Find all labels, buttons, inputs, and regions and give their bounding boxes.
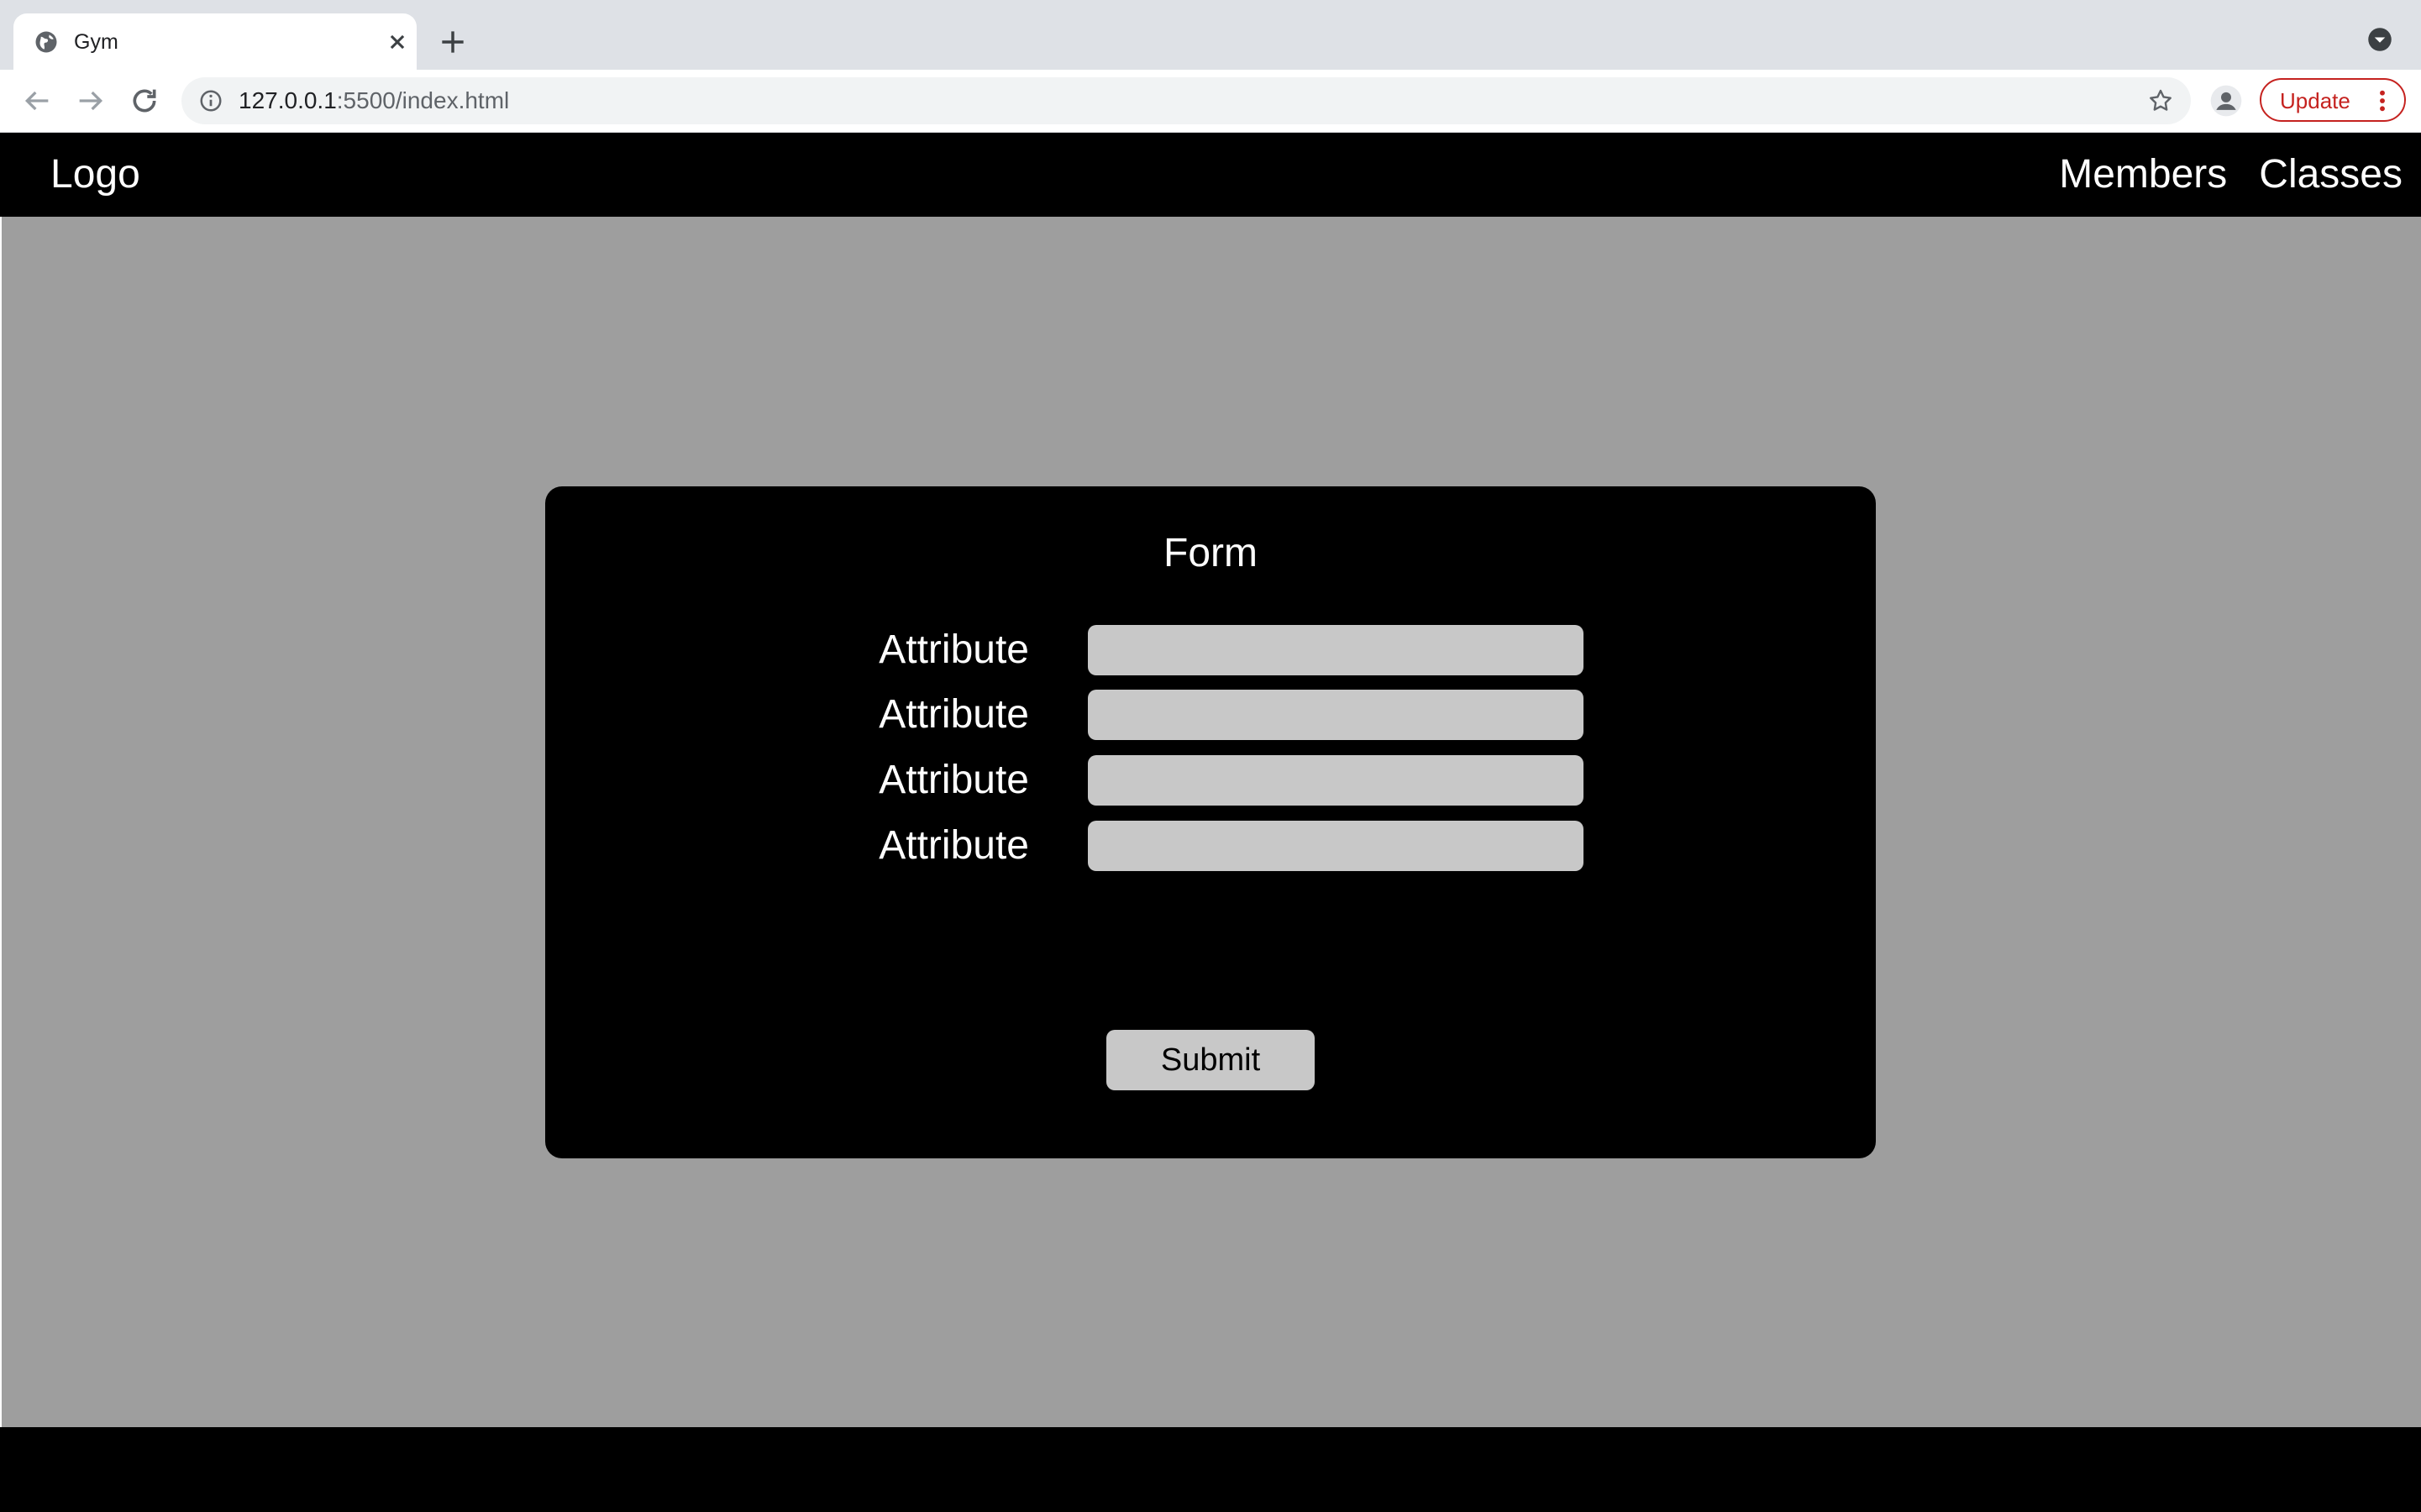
submit-button[interactable]: Submit [1106,1030,1315,1090]
browser-tab-strip: Gym [0,0,2421,70]
update-label: Update [2280,88,2350,113]
attribute-label: Attribute [879,823,1029,868]
bookmark-star-icon[interactable] [2147,87,2174,114]
form-row: Attribute [545,821,1876,871]
url-host: 127.0.0.1 [239,87,337,113]
nav-link-members[interactable]: Members [2059,150,2227,200]
form-row: Attribute [545,755,1876,806]
attribute-input-4[interactable] [1088,821,1583,871]
globe-icon [35,31,57,53]
close-icon[interactable] [383,28,412,56]
url-path: :5500/index.html [336,87,510,113]
attribute-label: Attribute [879,758,1029,802]
form-row: Attribute [545,690,1876,740]
tab-title: Gym [74,30,118,54]
page-viewport: Logo Members Classes Form Attribute Attr… [0,133,2421,1512]
update-button[interactable]: Update [2260,78,2406,122]
form-title: Form [1163,531,1258,575]
attribute-input-2[interactable] [1088,690,1583,740]
tab-search-icon[interactable] [2367,27,2392,52]
nav-link-classes[interactable]: Classes [2259,150,2403,200]
profile-avatar-icon[interactable] [2209,84,2243,118]
url-text: 127.0.0.1:5500/index.html [239,87,509,114]
new-tab-plus-icon[interactable] [437,26,469,58]
attribute-input-3[interactable] [1088,755,1583,806]
form-row: Attribute [545,625,1876,675]
page-edge-divider [0,217,2,1427]
attribute-label: Attribute [879,627,1029,672]
browser-toolbar: 127.0.0.1:5500/index.html Update [0,70,2421,133]
forward-arrow-icon[interactable] [74,84,108,118]
back-arrow-icon[interactable] [20,84,54,118]
site-navbar: Logo Members Classes [0,133,2421,217]
kebab-menu-icon[interactable] [2377,87,2387,114]
nav-links: Members Classes [2059,150,2403,200]
reload-icon[interactable] [128,84,161,118]
attribute-input-1[interactable] [1088,625,1583,675]
attribute-label: Attribute [879,692,1029,737]
site-logo[interactable]: Logo [50,150,140,200]
info-icon[interactable] [198,88,223,113]
browser-tab[interactable]: Gym [13,13,417,70]
address-bar[interactable]: 127.0.0.1:5500/index.html [181,77,2191,124]
form-card: Form Attribute Attribute Attribute Attri… [545,486,1876,1158]
site-footer [0,1427,2421,1512]
